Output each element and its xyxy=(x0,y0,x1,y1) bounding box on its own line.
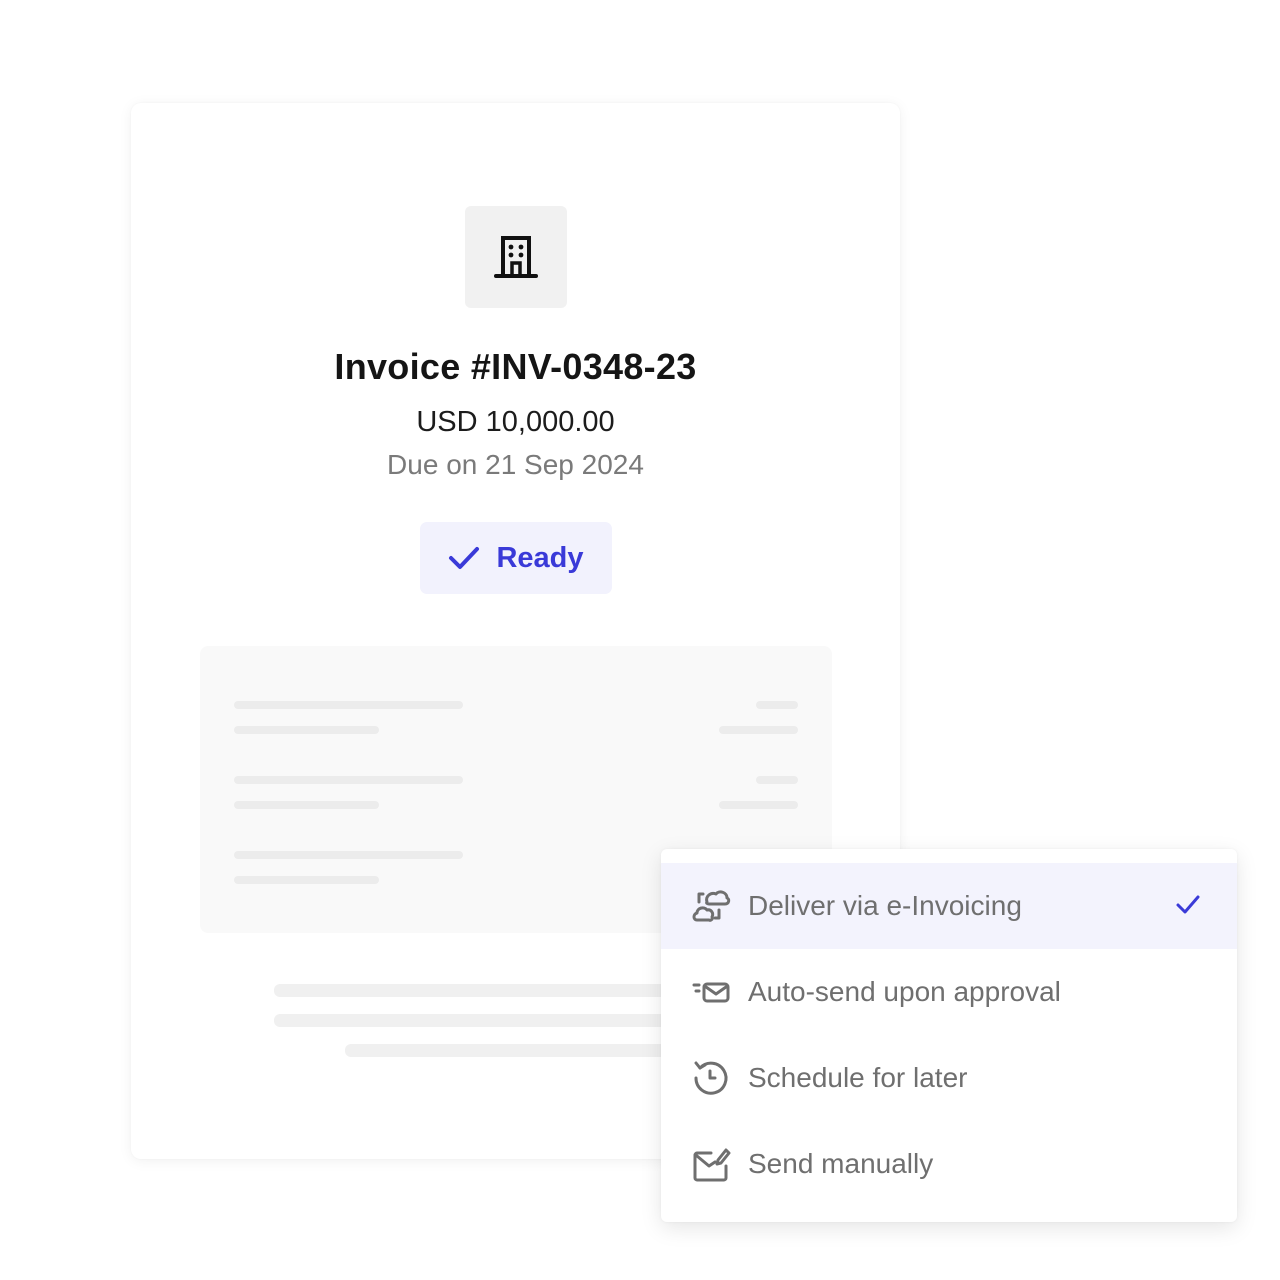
placeholder-line xyxy=(719,801,798,809)
placeholder-line xyxy=(756,701,798,709)
placeholder-line xyxy=(756,776,798,784)
menu-item-label: Schedule for later xyxy=(748,1062,968,1093)
invoice-due-date: Due on 21 Sep 2024 xyxy=(387,449,644,480)
placeholder-line xyxy=(234,776,463,784)
menu-item-label: Deliver via e-Invoicing xyxy=(748,890,1022,921)
invoice-title: Invoice #INV-0348-23 xyxy=(334,346,697,387)
footer-placeholder-line xyxy=(345,1044,687,1057)
menu-item-auto-send[interactable]: Auto-send upon approval xyxy=(661,949,1237,1035)
menu-item-label: Auto-send upon approval xyxy=(748,976,1061,1007)
menu-item-label: Send manually xyxy=(748,1148,934,1179)
fast-mail-icon xyxy=(691,972,731,1012)
placeholder-line xyxy=(234,851,463,859)
cloud-sync-icon xyxy=(691,886,731,926)
placeholder-line xyxy=(719,726,798,734)
menu-item-schedule-later[interactable]: Schedule for later xyxy=(661,1035,1237,1121)
mail-edit-icon xyxy=(691,1144,731,1184)
delivery-options-menu: Deliver via e-Invoicing Auto-send upon a… xyxy=(661,849,1237,1222)
check-icon xyxy=(449,547,480,569)
placeholder-line xyxy=(234,876,379,884)
menu-item-deliver-e-invoicing[interactable]: Deliver via e-Invoicing xyxy=(661,863,1237,949)
company-logo xyxy=(465,206,567,308)
menu-item-send-manually[interactable]: Send manually xyxy=(661,1121,1237,1207)
clock-history-icon xyxy=(691,1058,731,1098)
placeholder-line xyxy=(234,701,463,709)
status-label: Ready xyxy=(496,541,584,574)
placeholder-line xyxy=(234,726,379,734)
status-badge: Ready xyxy=(420,522,612,594)
placeholder-line xyxy=(234,801,379,809)
building-icon xyxy=(494,236,538,278)
check-icon xyxy=(1176,895,1200,914)
invoice-amount: USD 10,000.00 xyxy=(416,406,615,438)
